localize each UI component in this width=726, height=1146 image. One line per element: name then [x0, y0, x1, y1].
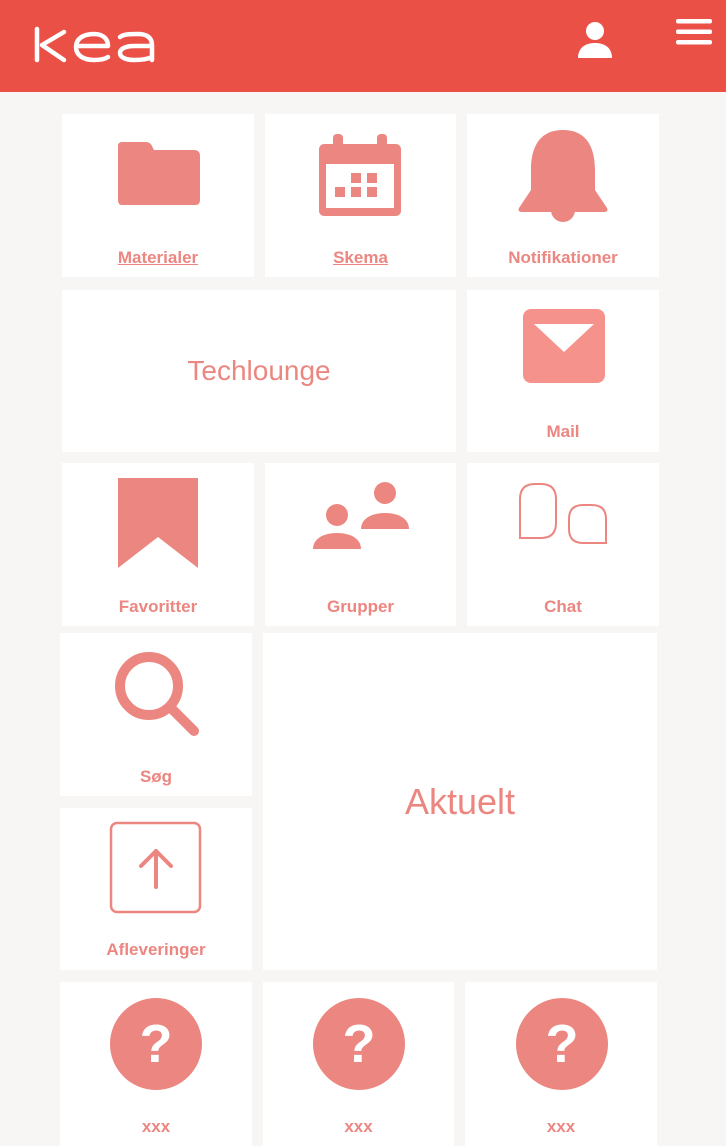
tile-xxx-3[interactable]: ? xxx [465, 982, 657, 1146]
tile-skema[interactable]: Skema [265, 114, 456, 277]
folder-icon [118, 142, 200, 205]
tile-skema-label[interactable]: Skema [265, 248, 456, 268]
tile-aktuelt-label: Aktuelt [404, 780, 516, 822]
svg-text:?: ? [140, 1014, 173, 1074]
tile-chat-label: Chat [544, 597, 582, 616]
svg-text:?: ? [343, 1014, 376, 1074]
tile-favoritter-label: Favoritter [118, 597, 198, 616]
group-icon [313, 482, 409, 549]
tile-aktuelt[interactable]: Aktuelt [263, 633, 657, 970]
calendar-icon [319, 134, 401, 216]
bookmark-icon [118, 478, 198, 568]
tile-chat[interactable]: Chat [467, 463, 659, 626]
tile-xxx-1-label: xxx [141, 1117, 171, 1136]
tile-notifikationer-label: Notifikationer [508, 248, 618, 267]
mail-icon [523, 309, 605, 383]
tile-techlounge[interactable]: Techlounge [62, 290, 456, 452]
user-icon[interactable] [574, 20, 616, 62]
tile-notifikationer[interactable]: Notifikationer [467, 114, 659, 277]
tile-xxx-3-label: xxx [546, 1117, 576, 1136]
tile-afleveringer[interactable]: Afleveringer [60, 808, 252, 970]
tile-materialer[interactable]: Materialer [62, 114, 254, 277]
question-icon: ? [313, 998, 405, 1090]
tile-favoritter[interactable]: Favoritter [62, 463, 254, 626]
tile-grupper-label: Grupper [326, 597, 395, 616]
bell-icon [518, 130, 608, 222]
tile-soeg-label: Søg [139, 767, 173, 786]
tile-mail-label: Mail [546, 422, 580, 441]
hamburger-menu-icon[interactable] [674, 17, 714, 47]
kea-logo[interactable] [34, 26, 166, 64]
question-icon: ? [110, 998, 202, 1090]
tile-materialer-label[interactable]: Materialer [62, 248, 254, 268]
app-header [0, 0, 726, 92]
upload-icon [109, 821, 202, 914]
tile-soeg[interactable]: Søg [60, 633, 252, 796]
tile-xxx-2[interactable]: ? xxx [263, 982, 454, 1146]
tile-xxx-2-label: xxx [344, 1117, 373, 1136]
tile-mail[interactable]: Mail [467, 290, 659, 452]
tile-afleveringer-label: Afleveringer [106, 940, 206, 959]
tile-grupper[interactable]: Grupper [265, 463, 456, 626]
svg-text:?: ? [546, 1014, 579, 1074]
chat-bubbles-icon [519, 483, 607, 544]
tile-xxx-1[interactable]: ? xxx [60, 982, 252, 1146]
tile-techlounge-label: Techlounge [187, 355, 331, 386]
question-icon: ? [516, 998, 608, 1090]
search-icon [115, 652, 199, 736]
